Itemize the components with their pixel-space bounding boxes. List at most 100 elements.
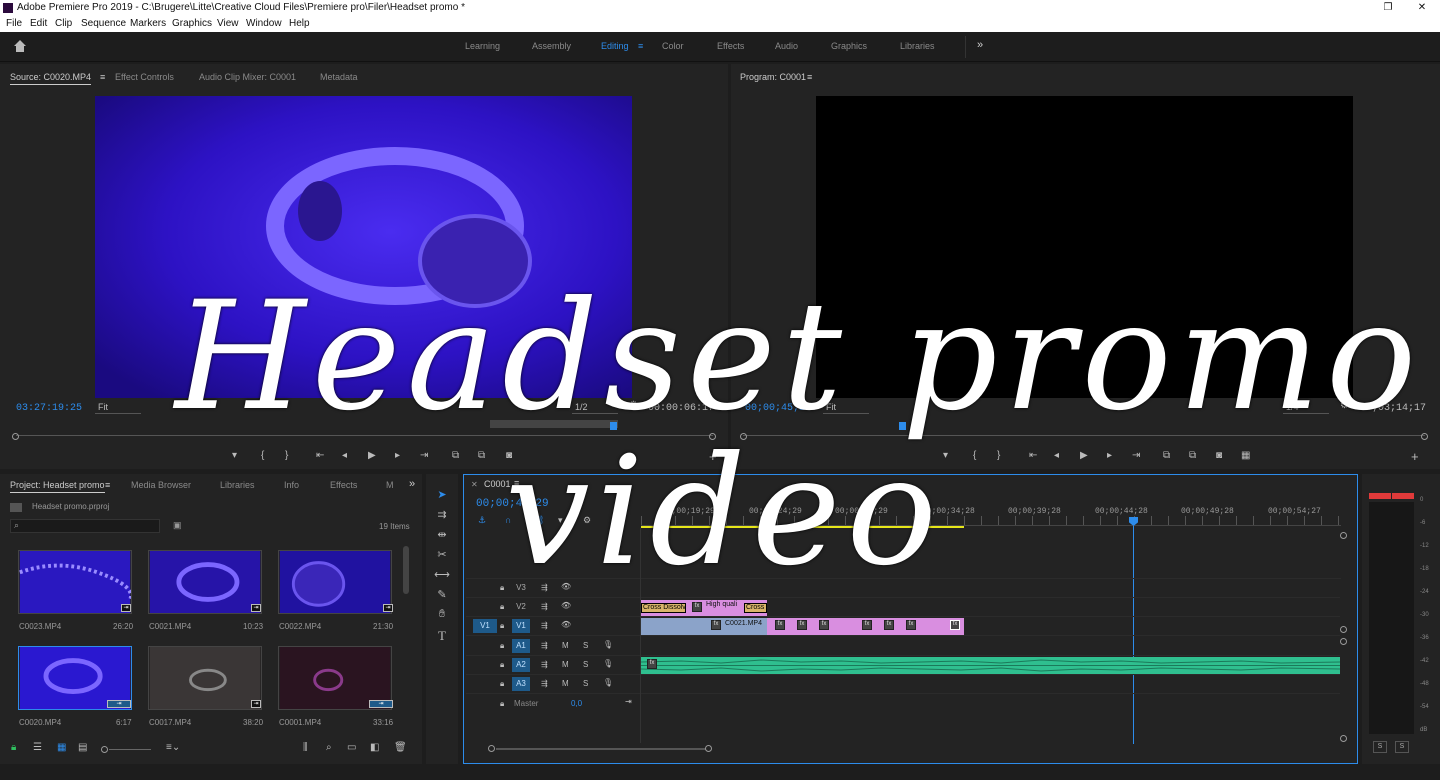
- lock-track-icon[interactable]: 🔒︎: [500, 583, 504, 593]
- home-icon[interactable]: [13, 39, 27, 53]
- icon-view-icon[interactable]: ▦: [57, 742, 66, 753]
- lock-track-icon[interactable]: 🔒︎: [500, 641, 504, 651]
- lift-icon[interactable]: ⧉: [1163, 450, 1170, 461]
- program-tab-menu-icon[interactable]: ≡: [807, 72, 812, 82]
- program-play-icon[interactable]: ▶: [1080, 450, 1088, 461]
- solo-icon[interactable]: S: [583, 641, 588, 650]
- tab-source[interactable]: Source: C0020.MP4: [10, 72, 92, 85]
- lock-icon[interactable]: 🔒︎: [11, 742, 16, 753]
- a2-audio-clip[interactable]: [641, 657, 1340, 674]
- menu-help[interactable]: Help: [289, 16, 310, 32]
- workspace-libraries[interactable]: Libraries: [900, 41, 935, 51]
- razor-tool-icon[interactable]: ✂: [434, 548, 450, 564]
- list-view-icon[interactable]: ☰: [33, 742, 42, 753]
- workspace-learning[interactable]: Learning: [465, 41, 500, 51]
- mark-in-icon[interactable]: {: [261, 450, 264, 461]
- workspace-color[interactable]: Color: [662, 41, 684, 51]
- step-forward-icon[interactable]: ▸: [395, 450, 400, 461]
- voice-over-icon[interactable]: 🎙︎: [603, 678, 613, 687]
- menu-clip[interactable]: Clip: [55, 16, 72, 32]
- tab-info[interactable]: Info: [284, 480, 299, 490]
- go-to-out-icon[interactable]: ⇥: [420, 450, 428, 461]
- track-height-handle[interactable]: [1340, 735, 1347, 742]
- find-icon[interactable]: ⌕: [326, 742, 332, 753]
- voice-over-icon[interactable]: 🎙︎: [603, 640, 613, 649]
- lock-track-icon[interactable]: 🔒︎: [500, 621, 504, 631]
- track-height-handle[interactable]: [1340, 638, 1347, 645]
- tab-markers[interactable]: M: [386, 480, 394, 490]
- menu-window[interactable]: Window: [246, 16, 282, 32]
- workspace-assembly[interactable]: Assembly: [532, 41, 571, 51]
- program-add-button-icon[interactable]: +: [1411, 449, 1419, 464]
- solo-icon[interactable]: S: [583, 660, 588, 669]
- more-workspaces-icon[interactable]: »: [977, 39, 983, 51]
- lock-track-icon[interactable]: 🔒︎: [500, 602, 504, 612]
- tab-project[interactable]: Project: Headset promo: [10, 480, 105, 493]
- program-go-to-in-icon[interactable]: ⇤: [1029, 450, 1037, 461]
- timeline-zoom-bar[interactable]: [496, 748, 706, 750]
- toggle-output-icon[interactable]: 👁︎: [561, 620, 571, 629]
- add-marker-icon[interactable]: ▾: [232, 450, 237, 461]
- sort-icon[interactable]: ≡⌄: [166, 742, 180, 753]
- source-timecode[interactable]: 03:27:19:25: [16, 403, 82, 414]
- project-scrollbar[interactable]: [403, 546, 409, 594]
- freeform-view-icon[interactable]: ▤: [78, 742, 87, 753]
- mute-icon[interactable]: M: [562, 641, 569, 650]
- tab-media-browser[interactable]: Media Browser: [131, 480, 191, 490]
- mute-icon[interactable]: M: [562, 660, 569, 669]
- track-height-handle[interactable]: [1340, 532, 1347, 539]
- track-height-handle[interactable]: [1340, 626, 1347, 633]
- trash-icon[interactable]: 🗑︎: [394, 742, 407, 753]
- timeline-zoom-handle-left[interactable]: [488, 745, 495, 752]
- ripple-edit-tool-icon[interactable]: ⇹: [434, 528, 450, 544]
- lock-track-icon[interactable]: 🔒︎: [500, 660, 504, 670]
- menu-graphics[interactable]: Graphics: [172, 16, 212, 32]
- program-export-frame-icon[interactable]: ◙: [1216, 450, 1222, 461]
- insert-icon[interactable]: ⧉: [452, 450, 459, 461]
- solo-icon[interactable]: S: [583, 679, 588, 688]
- sync-lock-icon[interactable]: ⇶: [541, 660, 548, 669]
- selection-tool-icon[interactable]: ➤: [434, 488, 450, 504]
- tab-program[interactable]: Program: C0001: [740, 72, 806, 82]
- lock-track-icon[interactable]: 🔒︎: [500, 679, 504, 689]
- more-tabs-icon[interactable]: »: [409, 478, 415, 490]
- hand-tool-icon[interactable]: ✋︎: [434, 608, 450, 624]
- program-step-back-icon[interactable]: ◂: [1054, 450, 1059, 461]
- menu-markers[interactable]: Markers: [130, 16, 166, 32]
- sync-lock-icon[interactable]: ⇶: [541, 641, 548, 650]
- mark-out-icon[interactable]: }: [285, 450, 288, 461]
- source-tab-menu-icon[interactable]: ≡: [100, 72, 105, 82]
- tab-effects[interactable]: Effects: [330, 480, 357, 490]
- solo-right-button[interactable]: S: [1395, 741, 1409, 753]
- workspace-effects[interactable]: Effects: [717, 41, 744, 51]
- program-mark-in-icon[interactable]: {: [973, 450, 976, 461]
- transition-cross-dissolve-short[interactable]: Cross D: [744, 603, 767, 613]
- sync-lock-icon[interactable]: ⇶: [541, 621, 548, 630]
- voice-over-icon[interactable]: 🎙︎: [603, 659, 613, 668]
- menu-file[interactable]: File: [6, 16, 22, 32]
- master-volume-value[interactable]: 0,0: [571, 699, 582, 708]
- toggle-output-icon[interactable]: 👁︎: [561, 601, 571, 610]
- track-label-a2[interactable]: A2: [512, 658, 530, 672]
- type-tool-icon[interactable]: T: [434, 628, 450, 644]
- source-zoom-handle-left[interactable]: [12, 433, 19, 440]
- program-step-forward-icon[interactable]: ▸: [1107, 450, 1112, 461]
- source-fit-dropdown[interactable]: Fit: [95, 402, 141, 414]
- program-go-to-out-icon[interactable]: ⇥: [1132, 450, 1140, 461]
- menu-view[interactable]: View: [217, 16, 239, 32]
- timeline-zoom-handle-right[interactable]: [705, 745, 712, 752]
- workspace-audio[interactable]: Audio: [775, 41, 798, 51]
- track-label-v1[interactable]: V1: [512, 619, 530, 633]
- go-to-in-icon[interactable]: ⇤: [316, 450, 324, 461]
- menu-edit[interactable]: Edit: [30, 16, 47, 32]
- tab-metadata[interactable]: Metadata: [320, 72, 358, 82]
- program-add-marker-icon[interactable]: ▾: [943, 450, 948, 461]
- lock-track-icon[interactable]: 🔒︎: [500, 699, 504, 709]
- track-select-tool-icon[interactable]: ⇉: [434, 508, 450, 524]
- pen-tool-icon[interactable]: ✎: [434, 588, 450, 604]
- nest-toggle-icon[interactable]: ⚓︎: [478, 515, 486, 526]
- transition-cross-dissolve[interactable]: Cross Dissolve: [641, 603, 686, 613]
- new-item-icon[interactable]: ◧: [370, 742, 379, 753]
- project-search-input[interactable]: ⌕: [10, 519, 160, 533]
- sync-lock-icon[interactable]: ⇶: [541, 679, 548, 688]
